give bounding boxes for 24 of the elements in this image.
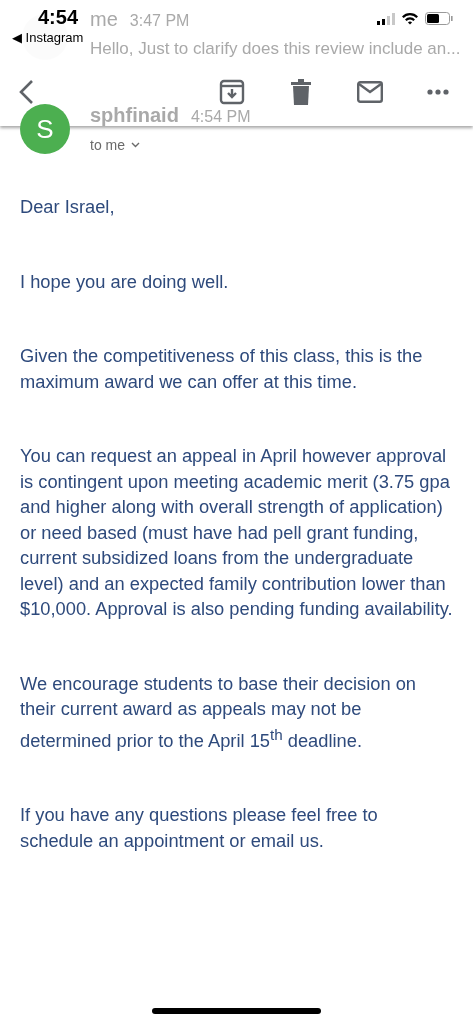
delete-button[interactable] — [291, 79, 311, 105]
chevron-down-icon — [131, 142, 140, 148]
email-paragraph: You can request an appeal in April however approval is contingent upon meeting academic merit (3.75 gpa and higher along with overall strength of application) or need based (must have had pell grant funding, current subsidized loans from the undergraduate level) and an expected family contribution lower than $10,000. Approval is also pending funding availability. — [20, 444, 454, 621]
email-paragraph: I hope you are doing well. — [20, 269, 230, 294]
message-time: 3:47 PM — [129, 12, 190, 30]
clock: 4:54 — [37, 6, 80, 29]
battery-icon — [425, 12, 453, 25]
email-paragraph: Dear Israel, — [20, 195, 116, 219]
message-preview: Hello, Just to clarify does this review include an... — [90, 39, 461, 59]
sender-avatar: S — [20, 104, 70, 154]
email-paragraph: Given the competitiveness of this class, this is the maximum award we can offer at this time. — [20, 344, 424, 394]
more-button[interactable] — [427, 89, 449, 95]
back-button[interactable] — [18, 79, 34, 105]
mail-button[interactable] — [357, 81, 383, 103]
signal-icon — [377, 12, 395, 25]
message-time: 4:54 PM — [190, 108, 251, 126]
email-paragraph: If you have any questions please feel free to schedule an appointment or email us. — [20, 803, 379, 853]
archive-button[interactable] — [219, 79, 245, 105]
email-paragraph: We encourage students to base their decision on their current award as appeals may not be determined prior to the April 15$^{th}$ deadline. — [20, 671, 417, 753]
recipients-toggle[interactable]: to me — [90, 137, 140, 153]
sender-name: me — [90, 8, 118, 31]
wifi-icon — [401, 12, 419, 25]
sender-name: sphfinaid — [90, 104, 179, 127]
back-to-app-link[interactable]: ◀ Instagram — [12, 30, 84, 45]
